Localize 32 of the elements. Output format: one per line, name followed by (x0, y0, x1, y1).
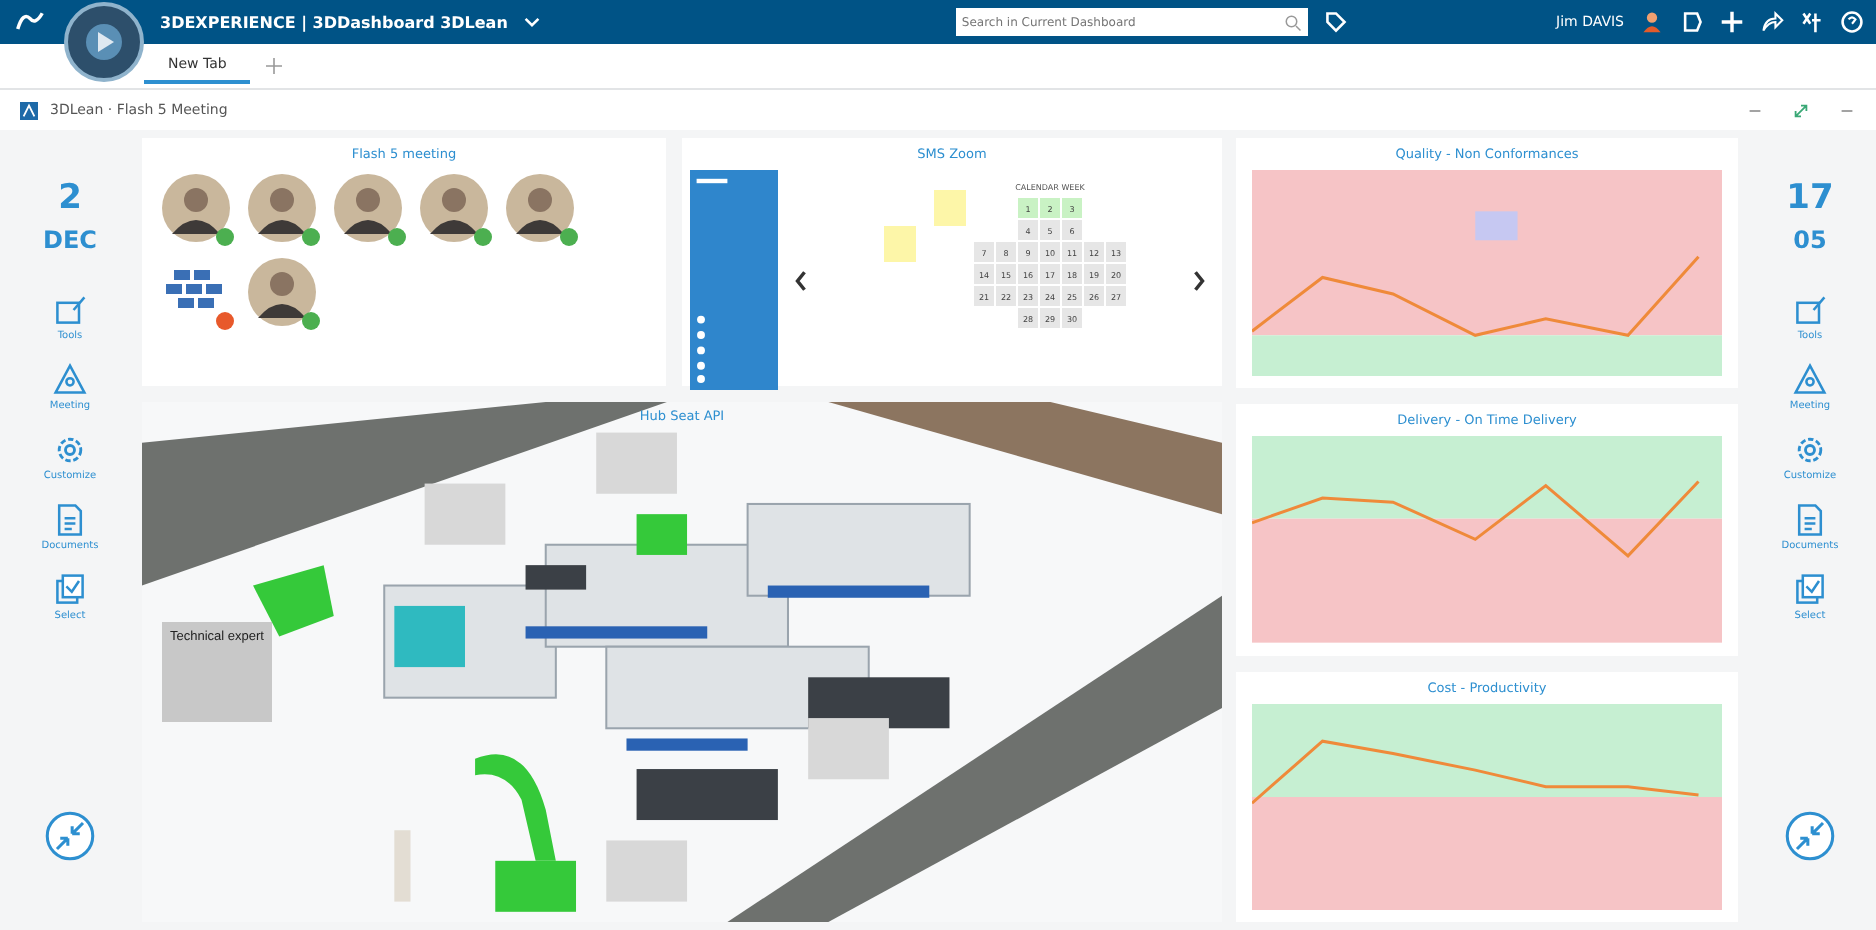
search-icon[interactable] (1283, 13, 1302, 31)
app-title: 3DEXPERIENCE | 3DDashboard 3DLean (160, 13, 508, 31)
triangle-icon[interactable] (1791, 362, 1828, 398)
edit-icon[interactable] (1792, 292, 1828, 328)
expand-icon[interactable] (1792, 101, 1810, 119)
triangle-icon[interactable] (51, 362, 88, 398)
avatar-icon[interactable] (420, 174, 488, 242)
collapse-icon[interactable] (1784, 810, 1836, 862)
tag-icon[interactable] (1323, 10, 1348, 34)
dashboard-icon (20, 101, 38, 119)
tools-icon[interactable] (1800, 10, 1824, 34)
sticky-note (934, 190, 966, 226)
sticky-note (884, 226, 916, 262)
checklist-icon[interactable] (1792, 572, 1828, 608)
avatar-icon[interactable] (162, 174, 230, 242)
checklist-icon[interactable] (52, 572, 88, 608)
collapse-icon[interactable] (44, 810, 96, 862)
avatar-icon[interactable] (506, 174, 574, 242)
date-day: 2 (58, 182, 82, 216)
avatar-icon[interactable] (248, 174, 316, 242)
chat-icon[interactable] (1680, 10, 1704, 34)
help-icon[interactable] (1840, 10, 1864, 34)
caret-icon[interactable] (523, 16, 540, 28)
settings-icon[interactable] (52, 432, 88, 468)
date-day: 17 (1786, 182, 1834, 216)
avatar-icon[interactable] (334, 174, 402, 242)
edit-icon[interactable] (52, 292, 88, 328)
avatar-icon[interactable] (248, 258, 316, 326)
settings-icon[interactable] (1792, 432, 1828, 468)
share-icon[interactable] (1760, 10, 1784, 34)
date-month: DEC (43, 228, 97, 252)
date-month: 05 (1793, 228, 1827, 252)
